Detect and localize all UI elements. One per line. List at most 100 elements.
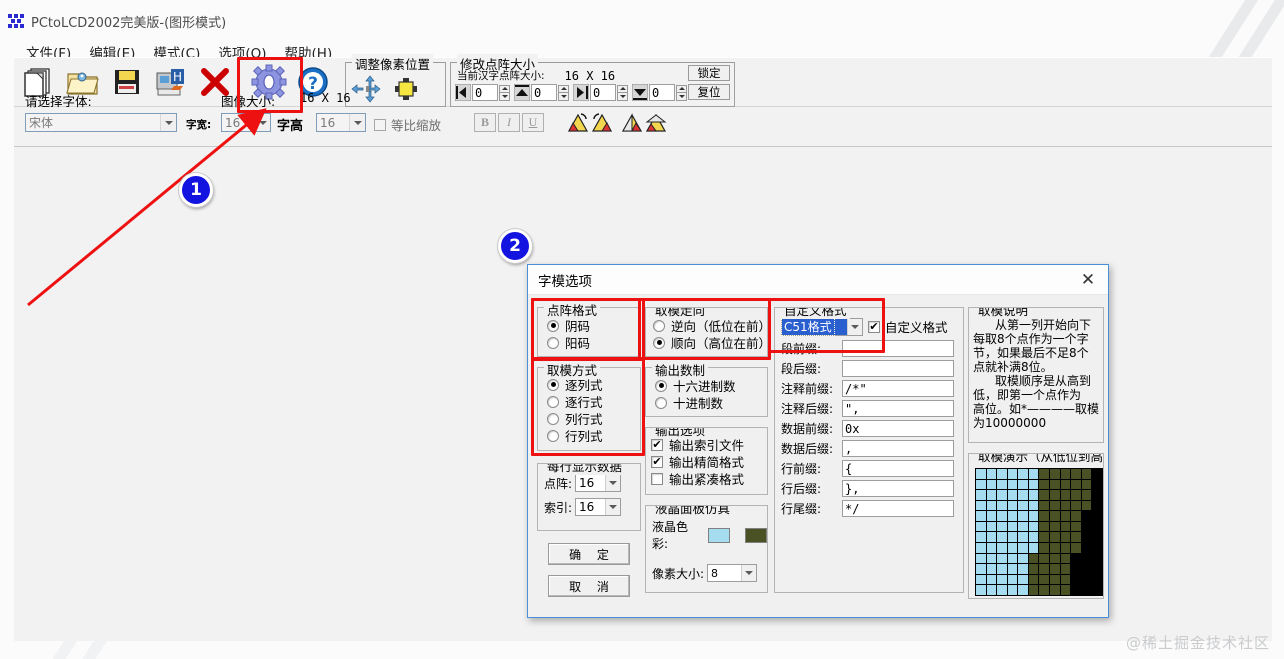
checkbox-output-compact[interactable]: 输出紧凑格式 bbox=[651, 470, 767, 487]
demo-pixel bbox=[997, 574, 1007, 585]
dot-right-spinner[interactable] bbox=[617, 84, 628, 101]
demo-pixel bbox=[1007, 469, 1018, 479]
demo-pixel bbox=[997, 511, 1007, 521]
demo-pixel bbox=[1081, 469, 1092, 479]
close-icon[interactable]: ✕ bbox=[1068, 265, 1108, 295]
pixel-size-select[interactable]: 8 bbox=[707, 564, 758, 582]
field-comment-suffix: 注释后缀: ", bbox=[781, 400, 963, 417]
lock-button[interactable]: 锁定 bbox=[688, 65, 730, 81]
chevron-down-icon bbox=[160, 114, 176, 131]
radio-column-row[interactable]: 列行式 bbox=[547, 410, 640, 427]
chevron-down-icon[interactable] bbox=[847, 318, 862, 335]
dot-left-spinner[interactable] bbox=[499, 84, 510, 101]
save-icon[interactable] bbox=[106, 61, 148, 103]
lcd-foreground-swatch[interactable] bbox=[708, 527, 731, 543]
flip-vertical-icon[interactable] bbox=[645, 112, 667, 133]
dot-top-spinner[interactable] bbox=[558, 84, 569, 101]
per-line-dot-select[interactable]: 16 bbox=[575, 474, 622, 492]
demo-pixel bbox=[1050, 511, 1060, 521]
chevron-down-icon bbox=[741, 565, 757, 581]
flip-horizontal-icon[interactable] bbox=[621, 112, 643, 133]
save-as-icon[interactable]: H bbox=[150, 61, 192, 103]
shrink-left-icon[interactable] bbox=[455, 84, 471, 101]
font-width-value: 16 bbox=[225, 115, 241, 130]
radio-indicator bbox=[653, 319, 665, 332]
center-pixel-icon[interactable] bbox=[395, 78, 417, 100]
demo-pixel bbox=[1081, 585, 1092, 595]
field-segment-suffix: 段后缀: bbox=[781, 360, 963, 377]
radio-row-by-row[interactable]: 逐行式 bbox=[547, 393, 640, 410]
keep-ratio-checkbox[interactable]: 等比缩放 bbox=[374, 115, 441, 134]
shrink-right-icon[interactable] bbox=[573, 84, 589, 101]
field-input[interactable]: */ bbox=[842, 500, 954, 517]
cancel-button[interactable]: 取 消 bbox=[548, 575, 630, 597]
demo-pixel bbox=[1007, 543, 1018, 553]
checkbox-enable-custom-format[interactable]: ✔ bbox=[868, 320, 880, 333]
font-height-value: 16 bbox=[320, 115, 336, 130]
field-input[interactable]: { bbox=[842, 460, 954, 477]
demo-pixel bbox=[1039, 490, 1050, 500]
scan-mode-group: 取模方式 逐列式 逐行式 列行式 行列式 bbox=[537, 360, 641, 451]
demo-pixel bbox=[1028, 479, 1039, 490]
demo-pixel bbox=[1018, 490, 1028, 500]
demo-pixel bbox=[1028, 564, 1039, 574]
underline-button[interactable]: U bbox=[522, 113, 544, 132]
output-options-group: 输出选项 ✔ 输出索引文件 ✔ 输出精简格式 输出紧凑格式 bbox=[645, 427, 768, 495]
shrink-bottom-icon[interactable] bbox=[632, 84, 648, 101]
demo-pixel bbox=[997, 585, 1007, 595]
dot-bottom-input[interactable]: 0 bbox=[649, 84, 675, 101]
field-input[interactable]: 0x bbox=[842, 420, 954, 437]
dialog-titlebar: 字模选项 ✕ bbox=[528, 265, 1108, 295]
rotate-right-icon[interactable] bbox=[591, 112, 613, 133]
per-line-dot-label: 点阵: bbox=[544, 476, 573, 491]
demo-pixel bbox=[1028, 532, 1039, 543]
field-input[interactable]: /*" bbox=[842, 380, 954, 397]
demo-pixel bbox=[976, 564, 986, 574]
bold-button[interactable]: B bbox=[474, 113, 496, 132]
reset-button[interactable]: 复位 bbox=[688, 84, 730, 100]
radio-row-column[interactable]: 行列式 bbox=[547, 427, 640, 444]
ok-button[interactable]: 确 定 bbox=[548, 543, 630, 565]
dot-right-input[interactable]: 0 bbox=[590, 84, 616, 101]
demo-pixel bbox=[976, 479, 986, 490]
radio-yinma[interactable]: 阴码 bbox=[547, 317, 640, 334]
field-data-suffix: 数据后缀: , bbox=[781, 440, 963, 457]
shrink-top-icon[interactable] bbox=[514, 84, 530, 101]
radio-yangma[interactable]: 阳码 bbox=[547, 334, 640, 351]
field-input[interactable] bbox=[842, 360, 954, 377]
dot-bottom-spinner[interactable] bbox=[676, 84, 687, 101]
demo-pixel bbox=[976, 532, 986, 543]
checkbox-output-simplified[interactable]: ✔ 输出精简格式 bbox=[651, 453, 767, 470]
demo-pixel bbox=[1050, 564, 1060, 574]
custom-format-preset-value[interactable]: C51格式 bbox=[781, 317, 835, 336]
field-input[interactable]: ", bbox=[842, 400, 954, 417]
radio-hexadecimal[interactable]: 十六进制数 bbox=[655, 377, 767, 394]
radio-decimal[interactable]: 十进制数 bbox=[655, 394, 767, 411]
demo-pixel bbox=[1018, 574, 1028, 585]
field-label: 段后缀: bbox=[781, 362, 822, 376]
font-height-select[interactable]: 16 bbox=[316, 113, 366, 132]
field-input[interactable] bbox=[842, 340, 954, 357]
field-input[interactable]: }, bbox=[842, 480, 954, 497]
radio-label: 行列式 bbox=[565, 429, 603, 444]
demo-pixel bbox=[1071, 500, 1081, 511]
lcd-background-swatch[interactable] bbox=[745, 527, 767, 543]
radio-forward-msb-first[interactable]: 顺向（高位在前） bbox=[653, 334, 767, 351]
demo-pixel bbox=[1039, 469, 1050, 479]
demo-pixel bbox=[1081, 500, 1092, 511]
dot-top-input[interactable]: 0 bbox=[531, 84, 557, 101]
radio-reverse-lsb-first[interactable]: 逆向（低位在前） bbox=[653, 317, 767, 334]
demo-pixel bbox=[1039, 564, 1050, 574]
rotate-left-icon[interactable] bbox=[567, 112, 589, 133]
italic-button[interactable]: I bbox=[498, 113, 520, 132]
current-size-label: 当前汉字点阵大小: bbox=[457, 70, 545, 82]
demo-pixel bbox=[997, 521, 1007, 532]
font-family-select[interactable]: 宋体 bbox=[25, 113, 177, 132]
field-input[interactable]: , bbox=[842, 440, 954, 457]
font-width-select[interactable]: 16 bbox=[221, 113, 271, 132]
demo-pixel bbox=[1092, 511, 1102, 521]
demo-pixel bbox=[1060, 490, 1071, 500]
dot-left-input[interactable]: 0 bbox=[472, 84, 498, 101]
per-line-index-select[interactable]: 16 bbox=[575, 498, 622, 516]
demo-pixel bbox=[1050, 553, 1060, 564]
